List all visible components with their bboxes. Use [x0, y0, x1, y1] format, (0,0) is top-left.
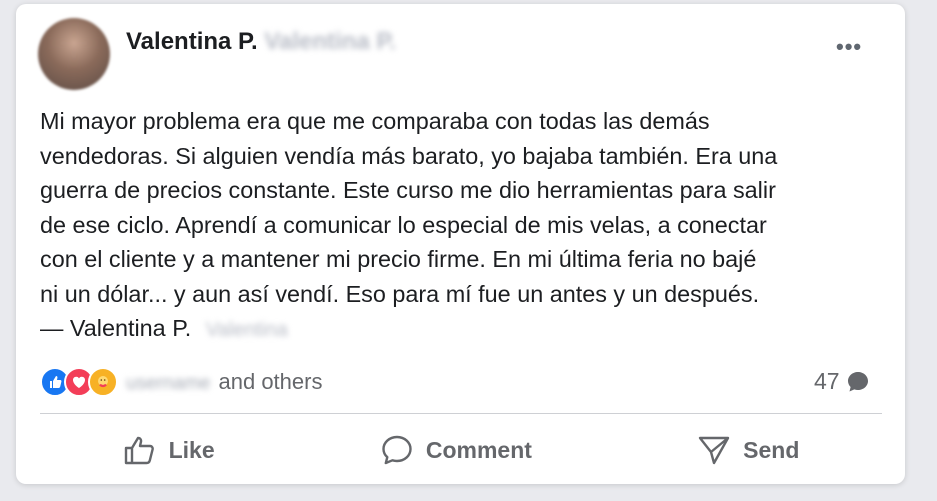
- post-signature-line: — Valentina P. Valentina: [40, 315, 288, 342]
- reaction-name-blurred: username: [126, 373, 211, 394]
- comment-count-value: 47: [814, 368, 840, 394]
- reactions-summary[interactable]: username and others: [40, 366, 322, 398]
- thumbs-up-icon: [124, 436, 154, 465]
- author-name-blurred: Valentina P.: [264, 28, 396, 55]
- send-label: Send: [743, 436, 800, 463]
- send-icon: [698, 436, 730, 465]
- post-actions-bar: Like Comment Send: [40, 424, 882, 476]
- care-reaction-icon: [88, 367, 118, 397]
- signature-blurred: Valentina: [205, 319, 288, 341]
- comment-icon: [382, 435, 412, 465]
- comment-label: Comment: [425, 436, 532, 463]
- post-signature: — Valentina P.: [40, 315, 192, 341]
- post-card: Valentina P. Valentina P. ••• Mi mayor p…: [16, 4, 905, 484]
- post-body: Mi mayor problema era que me comparaba c…: [40, 108, 778, 307]
- author-name[interactable]: Valentina P.: [126, 28, 258, 55]
- like-label: Like: [168, 436, 215, 463]
- send-button[interactable]: Send: [697, 434, 799, 466]
- comment-count[interactable]: 47: [814, 368, 870, 395]
- reaction-others: and others: [218, 369, 323, 394]
- author-avatar[interactable]: [38, 18, 110, 90]
- reaction-names[interactable]: username and others: [126, 369, 322, 395]
- comment-button[interactable]: Comment: [380, 434, 532, 466]
- comment-bubble-icon: [847, 371, 868, 391]
- more-options-icon[interactable]: •••: [836, 34, 862, 60]
- actions-divider: [40, 413, 882, 414]
- like-button[interactable]: Like: [123, 434, 215, 466]
- post-header: Valentina P. Valentina P.: [126, 28, 396, 56]
